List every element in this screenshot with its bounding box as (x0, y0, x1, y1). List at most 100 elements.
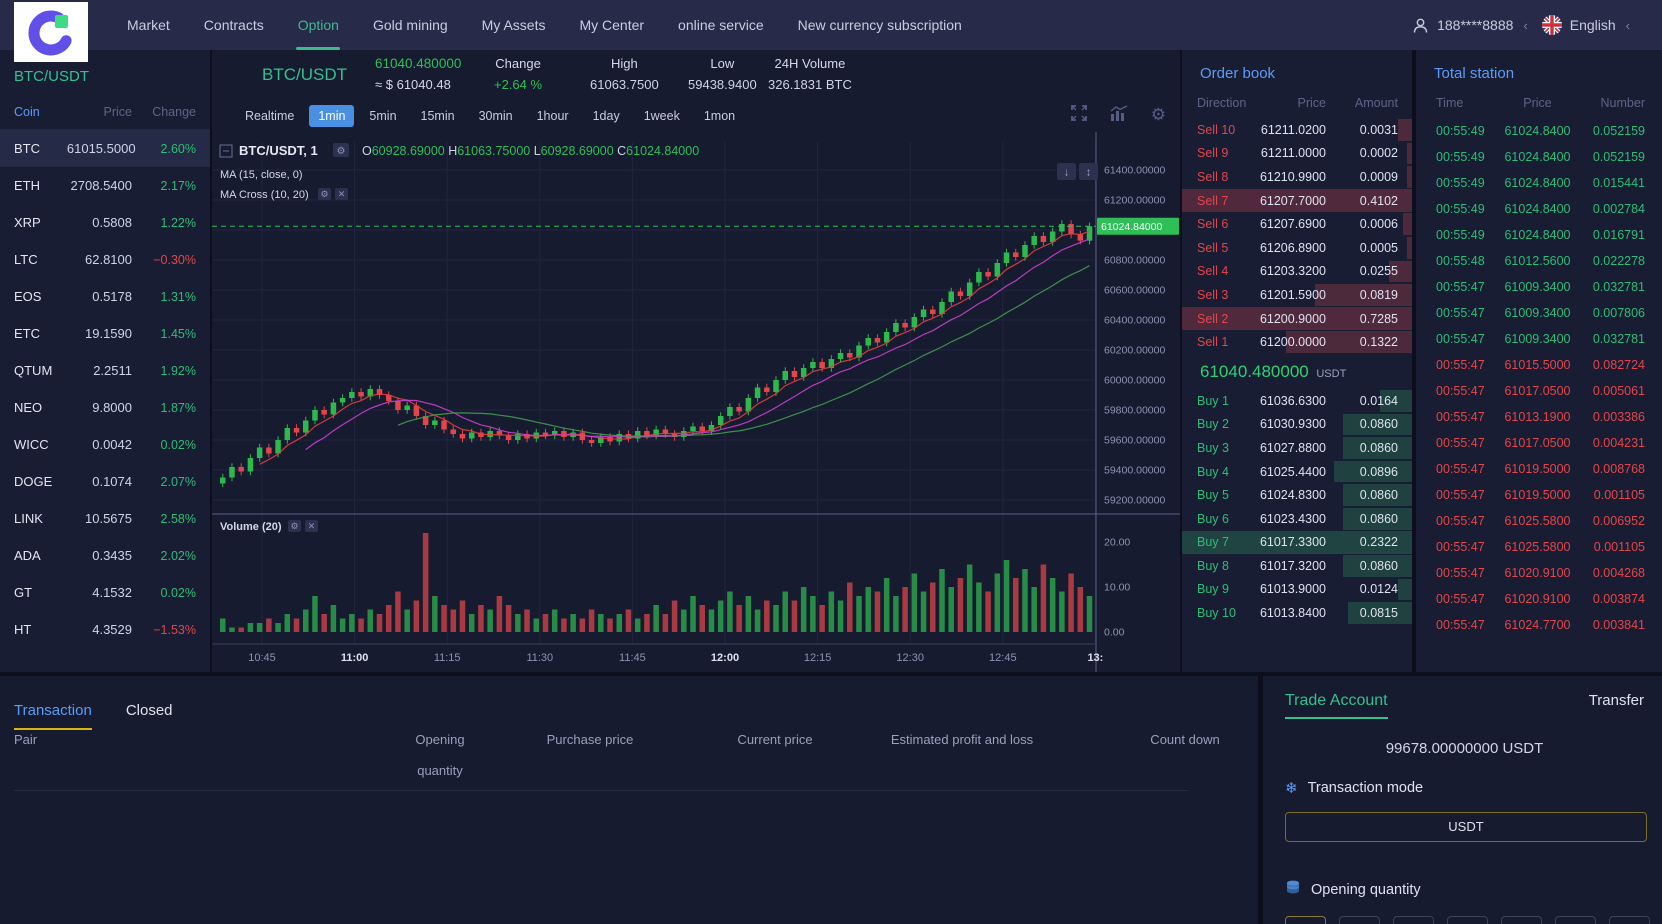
quantity-preset-button[interactable] (1285, 916, 1326, 924)
watchlist-row-ada[interactable]: ADA0.34352.02% (0, 537, 210, 574)
svg-text:Volume (20): Volume (20) (220, 521, 282, 533)
language-selector[interactable]: English (1570, 17, 1616, 33)
orderbook-sell-row[interactable]: Sell 461203.32000.0255 (1182, 260, 1412, 284)
watchlist-row-neo[interactable]: NEO9.80001.87% (0, 389, 210, 426)
watchlist-row-xrp[interactable]: XRP0.58081.22% (0, 204, 210, 241)
order-price: 61025.4400 (1259, 465, 1326, 479)
quantity-preset-button[interactable] (1555, 916, 1596, 924)
order-direction: Sell 6 (1197, 217, 1259, 231)
watchlist-row-link[interactable]: LINK10.56752.58% (0, 500, 210, 537)
coin-name: ETC (14, 326, 70, 341)
order-amount: 0.0896 (1326, 465, 1398, 479)
watchlist-row-doge[interactable]: DOGE0.10742.07% (0, 463, 210, 500)
timeframe-1mon[interactable]: 1mon (695, 105, 744, 127)
timeframe-Realtime[interactable]: Realtime (236, 105, 303, 127)
indicator-chart-icon[interactable] (1110, 105, 1129, 125)
coin-price: 4.1532 (70, 585, 132, 600)
nav-item-market[interactable]: Market (110, 0, 187, 50)
orderbook-buy-row[interactable]: Buy 861017.32000.0860 (1182, 554, 1412, 578)
quantity-preset-button[interactable] (1501, 916, 1542, 924)
orderbook-sell-row[interactable]: Sell 161200.00000.1322 (1182, 330, 1412, 354)
timeframe-15min[interactable]: 15min (412, 105, 464, 127)
nav-user-area: 188****8888 ‹ English ‹ (1412, 15, 1662, 35)
timeframe-30min[interactable]: 30min (470, 105, 522, 127)
order-amount: 0.0860 (1326, 488, 1398, 502)
svg-text:60000.00000: 60000.00000 (1104, 375, 1165, 387)
orderbook-sell-row[interactable]: Sell 561206.89000.0005 (1182, 236, 1412, 260)
trade-number: 0.007806 (1575, 306, 1645, 320)
order-amount: 0.0860 (1326, 559, 1398, 573)
timeframe-1min[interactable]: 1min (309, 105, 354, 127)
mid-price: 61040.480000 (1200, 362, 1309, 381)
quantity-preset-button[interactable] (1447, 916, 1488, 924)
fullscreen-icon[interactable] (1070, 104, 1088, 125)
col-number: Number (1575, 96, 1645, 110)
orderbook-sell-row[interactable]: Sell 661207.69000.0006 (1182, 212, 1412, 236)
orderbook-buy-row[interactable]: Buy 761017.33000.2322 (1182, 531, 1412, 555)
user-phone[interactable]: 188****8888 (1437, 17, 1513, 33)
orderbook-buy-row[interactable]: Buy 661023.43000.0860 (1182, 507, 1412, 531)
orderbook-buy-row[interactable]: Buy 561024.83000.0860 (1182, 483, 1412, 507)
orderbook-sell-row[interactable]: Sell 1061211.02000.0031 (1182, 118, 1412, 142)
mode-usdt-button[interactable]: USDT (1285, 812, 1647, 842)
chart-settings-gear-icon[interactable]: ⚙ (1151, 105, 1166, 125)
trade-price: 61024.8400 (1500, 176, 1575, 190)
opening-quantity-row: Opening quantity (1285, 880, 1421, 899)
nav-item-option[interactable]: Option (281, 0, 356, 50)
orderbook-sell-row[interactable]: Sell 361201.59000.0819 (1182, 283, 1412, 307)
nav-item-my-center[interactable]: My Center (562, 0, 661, 50)
order-direction: Sell 8 (1197, 170, 1259, 184)
tab-transaction[interactable]: Transaction (14, 702, 92, 730)
watchlist-row-gt[interactable]: GT4.15320.02% (0, 574, 210, 611)
coin-name: LINK (14, 511, 70, 526)
tab-trade-account[interactable]: Trade Account (1285, 692, 1388, 719)
svg-text:59400.00000: 59400.00000 (1104, 465, 1165, 477)
orderbook-buy-row[interactable]: Buy 461025.44000.0896 (1182, 460, 1412, 484)
timeframe-1day[interactable]: 1day (584, 105, 629, 127)
coin-change: 1.45% (132, 327, 196, 341)
watchlist-row-eos[interactable]: EOS0.51781.31% (0, 278, 210, 315)
watchlist-row-eth[interactable]: ETH2708.54002.17% (0, 167, 210, 204)
timeframe-1week[interactable]: 1week (635, 105, 689, 127)
trade-number: 0.005061 (1575, 384, 1645, 398)
watchlist-row-wicc[interactable]: WICC0.00420.02% (0, 426, 210, 463)
nav-item-new-currency-subscription[interactable]: New currency subscription (781, 0, 979, 50)
nav-item-contracts[interactable]: Contracts (187, 0, 281, 50)
trade-number: 0.002784 (1575, 202, 1645, 216)
orderbook-sell-row[interactable]: Sell 761207.70000.4102 (1182, 189, 1412, 213)
orderbook-title: Order book (1182, 50, 1412, 82)
watchlist-row-btc[interactable]: BTC61015.50002.60% (0, 130, 210, 167)
timeframe-5min[interactable]: 5min (360, 105, 405, 127)
positions-tabs: Transaction Closed (14, 702, 173, 730)
app-logo[interactable] (14, 2, 88, 62)
quantity-preset-button[interactable] (1393, 916, 1434, 924)
svg-text:O60928.69000 H61063.75000 L609: O60928.69000 H61063.75000 L60928.69000 C… (362, 144, 699, 158)
tab-closed[interactable]: Closed (126, 702, 173, 730)
orderbook-buy-row[interactable]: Buy 961013.90000.0124 (1182, 578, 1412, 602)
logo-icon (14, 2, 88, 62)
orderbook-buy-row[interactable]: Buy 261030.93000.0860 (1182, 413, 1412, 437)
nav-item-online-service[interactable]: online service (661, 0, 781, 50)
watchlist-row-ht[interactable]: HT4.3529−1.53% (0, 611, 210, 648)
orderbook-sell-row[interactable]: Sell 961211.00000.0002 (1182, 142, 1412, 166)
trade-row: 00:55:4761020.91000.003874 (1416, 586, 1662, 612)
watchlist-row-qtum[interactable]: QTUM2.25111.92% (0, 352, 210, 389)
col-price: Price (1259, 96, 1326, 110)
quantity-preset-button[interactable] (1609, 916, 1650, 924)
orderbook-sell-row[interactable]: Sell 261200.90000.7285 (1182, 307, 1412, 331)
orderbook-buy-row[interactable]: Buy 1061013.84000.0815 (1182, 601, 1412, 625)
transfer-button[interactable]: Transfer (1589, 692, 1644, 709)
nav-item-gold-mining[interactable]: Gold mining (356, 0, 465, 50)
orderbook-buy-row[interactable]: Buy 361027.88000.0860 (1182, 436, 1412, 460)
orderbook-buy-row[interactable]: Buy 161036.63000.0164 (1182, 389, 1412, 413)
watchlist-row-etc[interactable]: ETC19.15901.45% (0, 315, 210, 352)
watchlist-row-ltc[interactable]: LTC62.8100−0.30% (0, 241, 210, 278)
quantity-preset-button[interactable] (1339, 916, 1380, 924)
trade-price: 61024.8400 (1500, 202, 1575, 216)
orderbook-header: Direction Price Amount (1182, 82, 1412, 118)
trade-price: 61024.8400 (1500, 228, 1575, 242)
nav-item-my-assets[interactable]: My Assets (465, 0, 563, 50)
timeframe-1hour[interactable]: 1hour (528, 105, 578, 127)
orderbook-sell-row[interactable]: Sell 861210.99000.0009 (1182, 165, 1412, 189)
candlestick-chart[interactable]: 61400.0000061200.0000060800.0000060600.0… (212, 132, 1180, 672)
